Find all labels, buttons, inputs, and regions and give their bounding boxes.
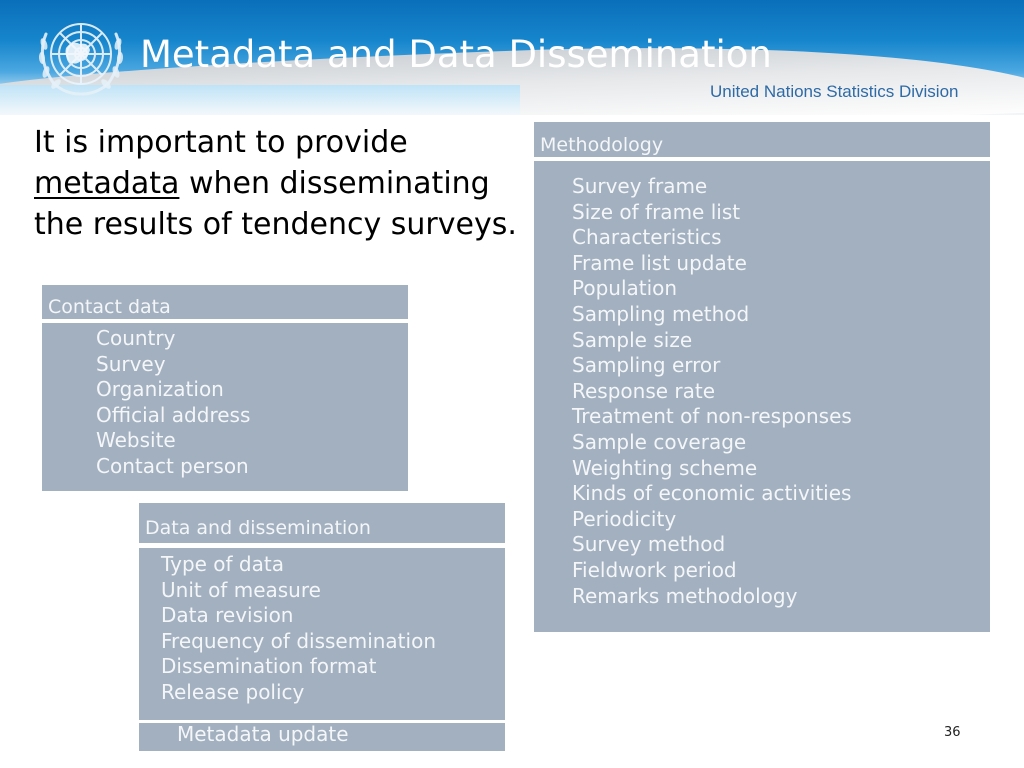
slide-header: Metadata and Data Dissemination United N… <box>0 0 1024 115</box>
list-item: Type of data <box>161 552 284 576</box>
list-item: Size of frame list <box>572 199 741 224</box>
data-dissemination-list: Type of data Unit of measure Data revisi… <box>139 548 505 706</box>
intro-text: It is important to provide metadata when… <box>34 122 524 245</box>
data-dissemination-heading: Data and dissemination <box>145 517 371 539</box>
metadata-update-label: Metadata update <box>177 722 349 746</box>
list-item: Frame list update <box>572 250 747 275</box>
contact-data-heading: Contact data <box>48 296 171 318</box>
list-item: Response rate <box>572 378 716 403</box>
list-item: Contact person <box>96 453 249 478</box>
list-item: Treatment of non-responses <box>572 404 852 429</box>
methodology-heading: Methodology <box>540 134 664 156</box>
list-item: Survey <box>96 351 166 376</box>
list-item: Periodicity <box>572 506 677 531</box>
list-item: Survey frame <box>572 174 708 198</box>
list-item: Sampling method <box>572 301 750 326</box>
list-item: Frequency of dissemination <box>161 628 436 653</box>
slide-title: Metadata and Data Dissemination <box>140 33 772 76</box>
data-dissemination-header: Data and dissemination <box>139 503 505 543</box>
contact-data-header: Contact data <box>42 285 408 319</box>
list-item: Data revision <box>161 603 294 628</box>
page-number: 36 <box>944 725 961 740</box>
list-item: Dissemination format <box>161 654 377 679</box>
metadata-update-panel: Metadata update <box>139 723 505 751</box>
list-item: Survey method <box>572 532 726 557</box>
methodology-panel: Survey frame Size of frame list Characte… <box>534 161 990 632</box>
list-item: Weighting scheme <box>572 455 758 480</box>
contact-data-panel: Country Survey Organization Official add… <box>42 323 408 491</box>
list-item: Population <box>572 276 678 301</box>
list-item: Characteristics <box>572 225 722 250</box>
list-item: Sample coverage <box>572 429 747 454</box>
list-item: Sampling error <box>572 353 721 378</box>
organization-name: United Nations Statistics Division <box>710 82 959 101</box>
contact-data-list: Country Survey Organization Official add… <box>42 323 408 480</box>
methodology-header: Methodology <box>534 122 990 157</box>
list-item: Sample size <box>572 327 693 352</box>
methodology-list: Survey frame Size of frame list Characte… <box>534 161 990 609</box>
list-item: Organization <box>96 377 224 402</box>
list-item: Website <box>96 428 176 453</box>
list-item: Release policy <box>161 679 305 704</box>
list-item: Unit of measure <box>161 577 321 602</box>
list-item: Remarks methodology <box>572 583 798 608</box>
un-emblem-icon <box>38 23 124 96</box>
data-dissemination-panel: Type of data Unit of measure Data revisi… <box>139 548 505 720</box>
list-item: Kinds of economic activities <box>572 481 852 506</box>
list-item: Country <box>96 326 176 350</box>
intro-before: It is important to provide <box>34 125 408 160</box>
list-item: Official address <box>96 402 251 427</box>
list-item: Fieldwork period <box>572 557 737 582</box>
intro-emphasis: metadata <box>34 166 180 201</box>
